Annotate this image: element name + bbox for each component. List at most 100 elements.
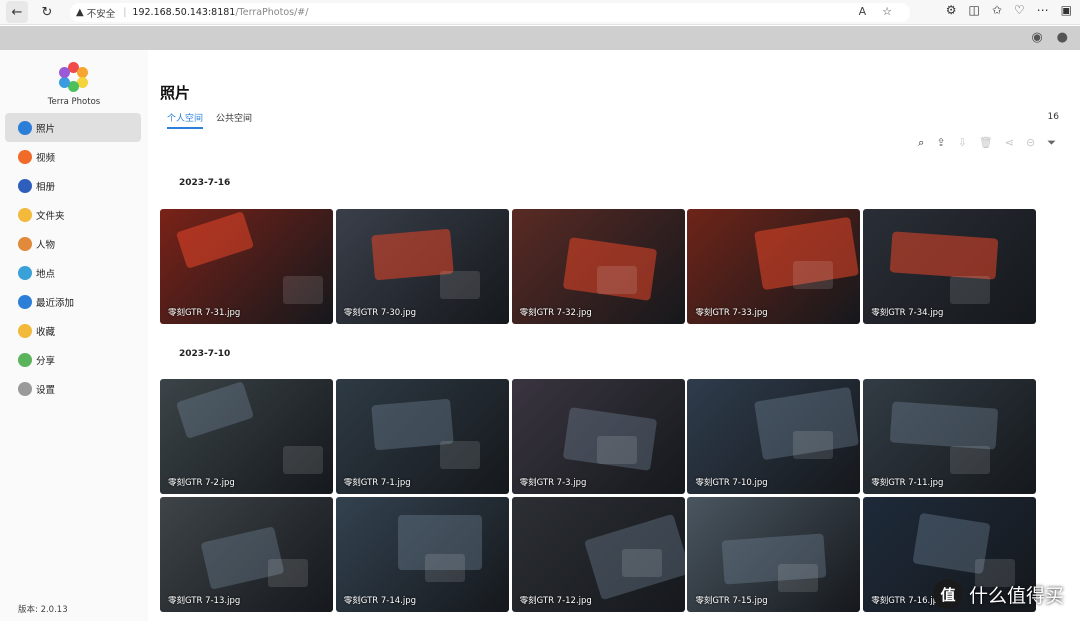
sidebar-item-person[interactable]: 人物 — [5, 229, 141, 258]
version-label: 版本: 2.0.13 — [18, 605, 68, 615]
more-options-icon[interactable]: ⊝ — [1026, 136, 1035, 150]
photo-filename: 零刻GTR 7-30.jpg — [343, 308, 417, 318]
sidebar-item-label: 相册 — [36, 181, 56, 193]
back-arrow-icon[interactable]: ← — [6, 1, 28, 23]
split-screen-icon[interactable]: ◫ — [968, 3, 979, 17]
main-content: 照片 个人空间 公共空间 16 ⌕ ⇪ ⇩ 🗑 ⋖ ⊝ ⏷ 2023-7-16 … — [148, 50, 1080, 621]
photo-filename: 零刻GTR 7-14.jpg — [343, 596, 417, 606]
photo-filename: 零刻GTR 7-2.jpg — [168, 478, 235, 488]
sidebar-item-recent[interactable]: 最近添加 — [5, 287, 141, 316]
tab-personal-space[interactable]: 个人空间 — [167, 111, 204, 129]
photo-thumbnail[interactable]: 零刻GTR 7-2.jpg — [160, 379, 333, 494]
sidebar-item-label: 收藏 — [36, 326, 56, 338]
tab-public-space[interactable]: 公共空间 — [216, 111, 252, 129]
photo-filename: 零刻GTR 7-15.jpg — [695, 596, 768, 606]
sidebar-item-folder[interactable]: 文件夹 — [5, 200, 141, 229]
share-icon[interactable]: ⋖ — [1005, 136, 1014, 150]
sidebar-menu: 照片视频相册文件夹人物地点最近添加收藏分享设置 — [5, 113, 141, 403]
sidebar-toggle-icon[interactable]: ▣ — [1061, 3, 1072, 17]
recent-icon — [18, 294, 32, 309]
read-aloud-icon[interactable]: A — [859, 5, 867, 18]
photo-content-shape — [621, 549, 662, 577]
sidebar-item-album[interactable]: 相册 — [5, 171, 141, 200]
brand-name: Terra Photos — [47, 97, 101, 107]
photo-content-shape — [950, 446, 991, 474]
photo-icon — [18, 120, 32, 135]
download-icon[interactable]: ⇩ — [958, 136, 967, 150]
share-icon — [18, 352, 32, 367]
photo-thumbnail[interactable]: 零刻GTR 7-12.jpg — [511, 497, 685, 612]
delete-icon[interactable]: 🗑 — [979, 136, 993, 150]
photo-filename: 零刻GTR 7-32.jpg — [519, 308, 592, 318]
photo-thumbnail[interactable]: 零刻GTR 7-15.jpg — [687, 497, 861, 612]
sidebar-item-location[interactable]: 地点 — [5, 258, 141, 287]
sidebar-item-label: 文件夹 — [36, 210, 65, 222]
photo-count: 16 — [1047, 112, 1059, 122]
sidebar: Terra Photos 照片视频相册文件夹人物地点最近添加收藏分享设置 版本:… — [0, 50, 148, 621]
browser-toolbar: ← ↻ ▲ 不安全 | 192.168.50.143:8181/TerraPho… — [0, 0, 1080, 25]
photo-content-shape — [283, 446, 323, 474]
photo-filename: 零刻GTR 7-12.jpg — [519, 596, 592, 606]
photo-content-shape — [778, 564, 819, 592]
sidebar-item-share[interactable]: 分享 — [5, 345, 141, 374]
upload-icon[interactable]: ⇪ — [936, 136, 945, 150]
sidebar-item-photo[interactable]: 照片 — [5, 113, 141, 142]
url-host: 192.168.50.143:8181 — [132, 7, 236, 18]
more-menu-icon[interactable]: ⋯ — [1037, 3, 1049, 17]
user-icon[interactable]: ● — [1057, 30, 1068, 45]
photo-filename: 零刻GTR 7-33.jpg — [695, 308, 768, 318]
favorites-icon[interactable]: ✩ — [992, 3, 1002, 17]
photo-thumbnail[interactable]: 零刻GTR 7-10.jpg — [687, 379, 861, 494]
photo-content-shape — [596, 266, 637, 294]
photo-filename: 零刻GTR 7-3.jpg — [519, 478, 587, 488]
photo-filename: 零刻GTR 7-1.jpg — [343, 478, 411, 488]
person-icon — [18, 236, 32, 251]
photo-thumbnail[interactable]: 零刻GTR 7-32.jpg — [511, 209, 685, 324]
album-icon — [18, 178, 32, 193]
photo-thumbnail[interactable]: 零刻GTR 7-1.jpg — [335, 379, 509, 494]
photo-content-shape — [424, 554, 465, 582]
sidebar-item-star[interactable]: 收藏 — [5, 316, 141, 345]
photo-content-shape — [268, 559, 308, 587]
photo-thumbnail[interactable]: 零刻GTR 7-33.jpg — [687, 209, 861, 324]
photo-toolbar: ⌕ ⇪ ⇩ 🗑 ⋖ ⊝ ⏷ — [918, 136, 1056, 150]
photo-thumbnail[interactable]: 零刻GTR 7-13.jpg — [160, 497, 333, 612]
photo-thumbnail[interactable]: 零刻GTR 7-30.jpg — [335, 209, 509, 324]
address-bar[interactable]: ▲ 不安全 | 192.168.50.143:8181/TerraPhotos/… — [70, 3, 910, 22]
photo-filename: 零刻GTR 7-11.jpg — [871, 478, 944, 488]
language-globe-icon[interactable]: ◉ — [1031, 30, 1042, 45]
extensions-icon[interactable]: ⚙ — [946, 3, 957, 17]
refresh-icon[interactable]: ↻ — [36, 1, 58, 23]
photo-thumbnail[interactable]: 零刻GTR 7-11.jpg — [863, 379, 1037, 494]
video-icon — [18, 149, 32, 164]
sidebar-item-label: 地点 — [36, 268, 56, 280]
warning-icon: ▲ — [76, 7, 84, 18]
photo-content-shape — [889, 401, 999, 450]
gear-icon — [18, 381, 32, 396]
sidebar-item-gear[interactable]: 设置 — [5, 374, 141, 403]
photo-thumbnail[interactable]: 零刻GTR 7-14.jpg — [335, 497, 509, 612]
terra-photos-logo-icon — [58, 62, 88, 92]
photo-thumbnail[interactable]: 零刻GTR 7-34.jpg — [863, 209, 1037, 324]
url-path: /TerraPhotos/#/ — [235, 7, 309, 18]
browser-essentials-icon[interactable]: ♡ — [1014, 3, 1025, 17]
sidebar-item-label: 分享 — [36, 355, 56, 367]
star-icon — [18, 323, 32, 338]
space-tabs: 个人空间 公共空间 — [167, 111, 252, 129]
favorite-star-icon[interactable]: ☆ — [882, 5, 892, 18]
sidebar-item-label: 照片 — [36, 123, 56, 135]
sidebar-item-video[interactable]: 视频 — [5, 142, 141, 171]
filter-icon[interactable]: ⏷ — [1047, 136, 1056, 150]
photo-thumbnail[interactable]: 零刻GTR 7-3.jpg — [511, 379, 685, 494]
location-icon — [18, 265, 32, 280]
photo-grid: 零刻GTR 7-2.jpg 零刻GTR 7-1.jpg 零刻GTR 7-3.jpg 零… — [160, 379, 1037, 612]
photo-content-shape — [439, 441, 480, 469]
photo-grid: 零刻GTR 7-31.jpg 零刻GTR 7-30.jpg 零刻GTR 7-32.j… — [160, 209, 1037, 324]
photo-thumbnail[interactable]: 零刻GTR 7-31.jpg — [160, 209, 333, 324]
watermark: 值 什么值得买 — [932, 579, 1064, 609]
photo-content-shape — [175, 381, 255, 439]
search-icon[interactable]: ⌕ — [918, 136, 924, 150]
photo-content-shape — [283, 276, 323, 304]
app-header: ◉ ● — [0, 26, 1080, 50]
sidebar-item-label: 视频 — [36, 152, 56, 164]
